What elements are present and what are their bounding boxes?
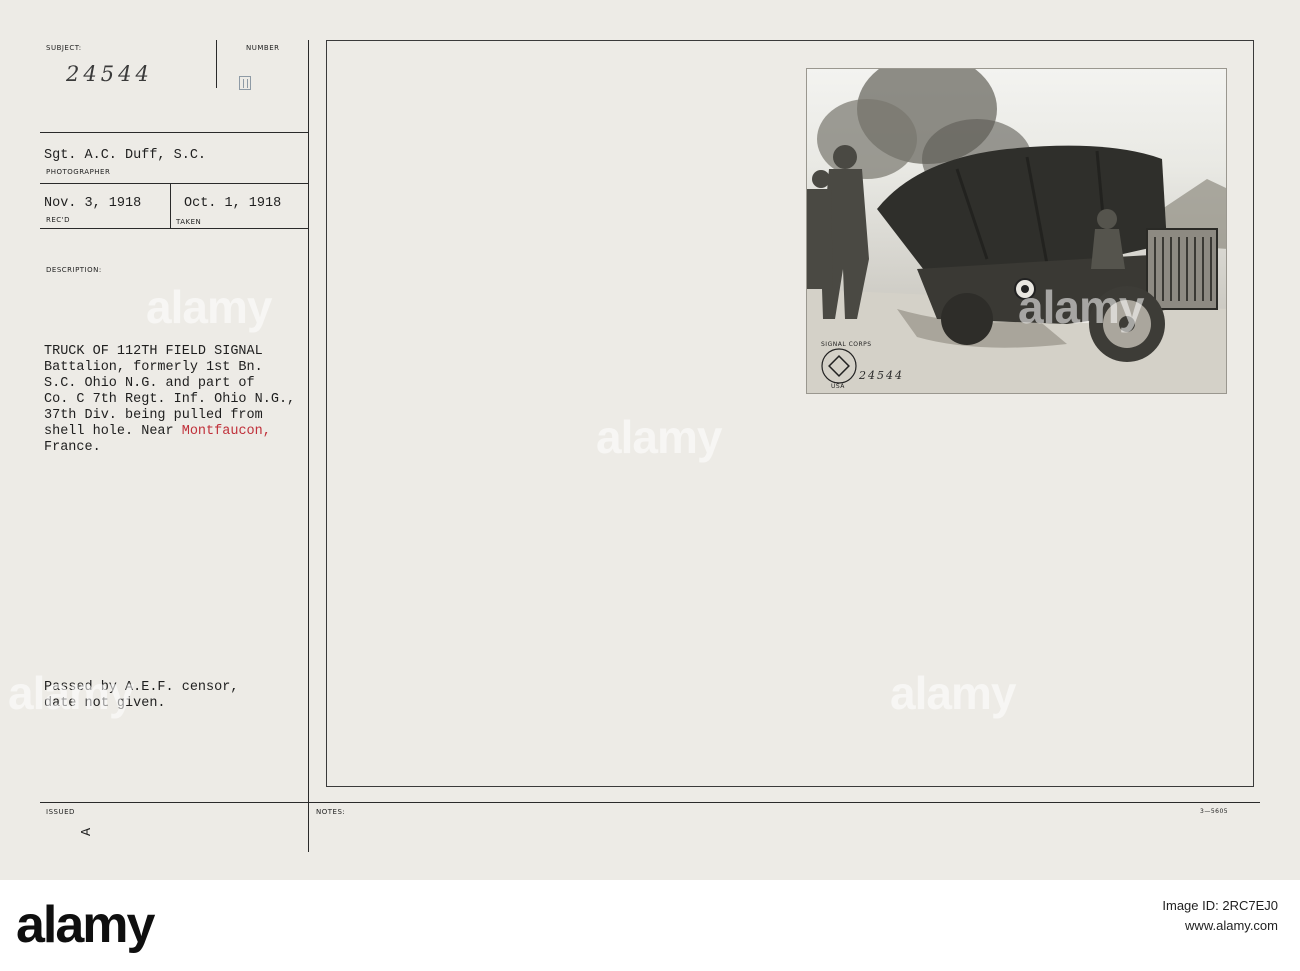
received-date: Nov. 3, 1918 <box>44 196 142 211</box>
taken-label: TAKEN <box>176 218 202 226</box>
number-box-icon <box>239 76 251 90</box>
issued-label: ISSUED <box>46 808 75 816</box>
rec-taken-divider <box>170 184 171 228</box>
photo-number: 24544 <box>859 369 904 382</box>
received-label: REC'D <box>46 216 70 224</box>
watermark: alamy <box>1018 281 1144 333</box>
description-block: TRUCK OF 112TH FIELD SIGNAL Battalion, f… <box>44 344 344 456</box>
rule-after-photographer <box>40 183 308 184</box>
notes-label: NOTES: <box>316 808 346 816</box>
rule-after-subject <box>40 132 308 133</box>
location-highlight: Montfaucon, <box>181 424 271 439</box>
watermark: alamy <box>890 667 1016 719</box>
photographer-name: Sgt. A.C. Duff, S.C. <box>44 148 207 163</box>
stock-footer <box>0 880 1300 971</box>
subject-number-divider <box>216 40 217 88</box>
subject-number: 24544 <box>66 62 153 86</box>
description-line: Co. C 7th Regt. Inf. Ohio N.G., <box>44 392 296 407</box>
description-line-with-location: shell hole. Near Montfaucon, <box>44 424 344 440</box>
historical-photograph: SIGNAL CORPS USA 24544 <box>806 68 1227 394</box>
image-id-block: Image ID: 2RC7EJ0 www.alamy.com <box>1162 896 1278 936</box>
taken-date: Oct. 1, 1918 <box>184 196 282 211</box>
description-line: TRUCK OF 112TH FIELD SIGNAL <box>44 344 263 359</box>
site-url[interactable]: www.alamy.com <box>1162 916 1278 936</box>
rule-before-notes <box>40 802 1260 803</box>
watermark: alamy <box>596 411 722 463</box>
signal-corps-country: USA <box>831 383 845 390</box>
archive-card: SUBJECT: NUMBER 24544 Sgt. A.C. Duff, S.… <box>0 0 1300 880</box>
watermark: alamy <box>146 281 272 333</box>
alamy-logo[interactable]: alamy <box>16 895 155 955</box>
rule-after-dates <box>40 228 308 229</box>
description-label: DESCRIPTION: <box>46 266 102 274</box>
description-line: shell hole. Near <box>44 424 182 439</box>
description-line: S.C. Ohio N.G. and part of <box>44 376 255 391</box>
subject-label: SUBJECT: <box>46 44 82 52</box>
number-label: NUMBER <box>246 44 280 52</box>
description-line: 37th Div. being pulled from <box>44 408 263 423</box>
signal-corps-stamp: SIGNAL CORPS <box>821 341 872 348</box>
issued-mark: A <box>80 827 96 837</box>
description-line: France. <box>44 440 101 455</box>
photographer-label: PHOTOGRAPHER <box>46 168 111 176</box>
form-code: 3—5605 <box>1200 808 1229 815</box>
watermark: alamy <box>8 667 134 719</box>
image-id: Image ID: 2RC7EJ0 <box>1162 898 1278 913</box>
description-line: Battalion, formerly 1st Bn. <box>44 360 263 375</box>
